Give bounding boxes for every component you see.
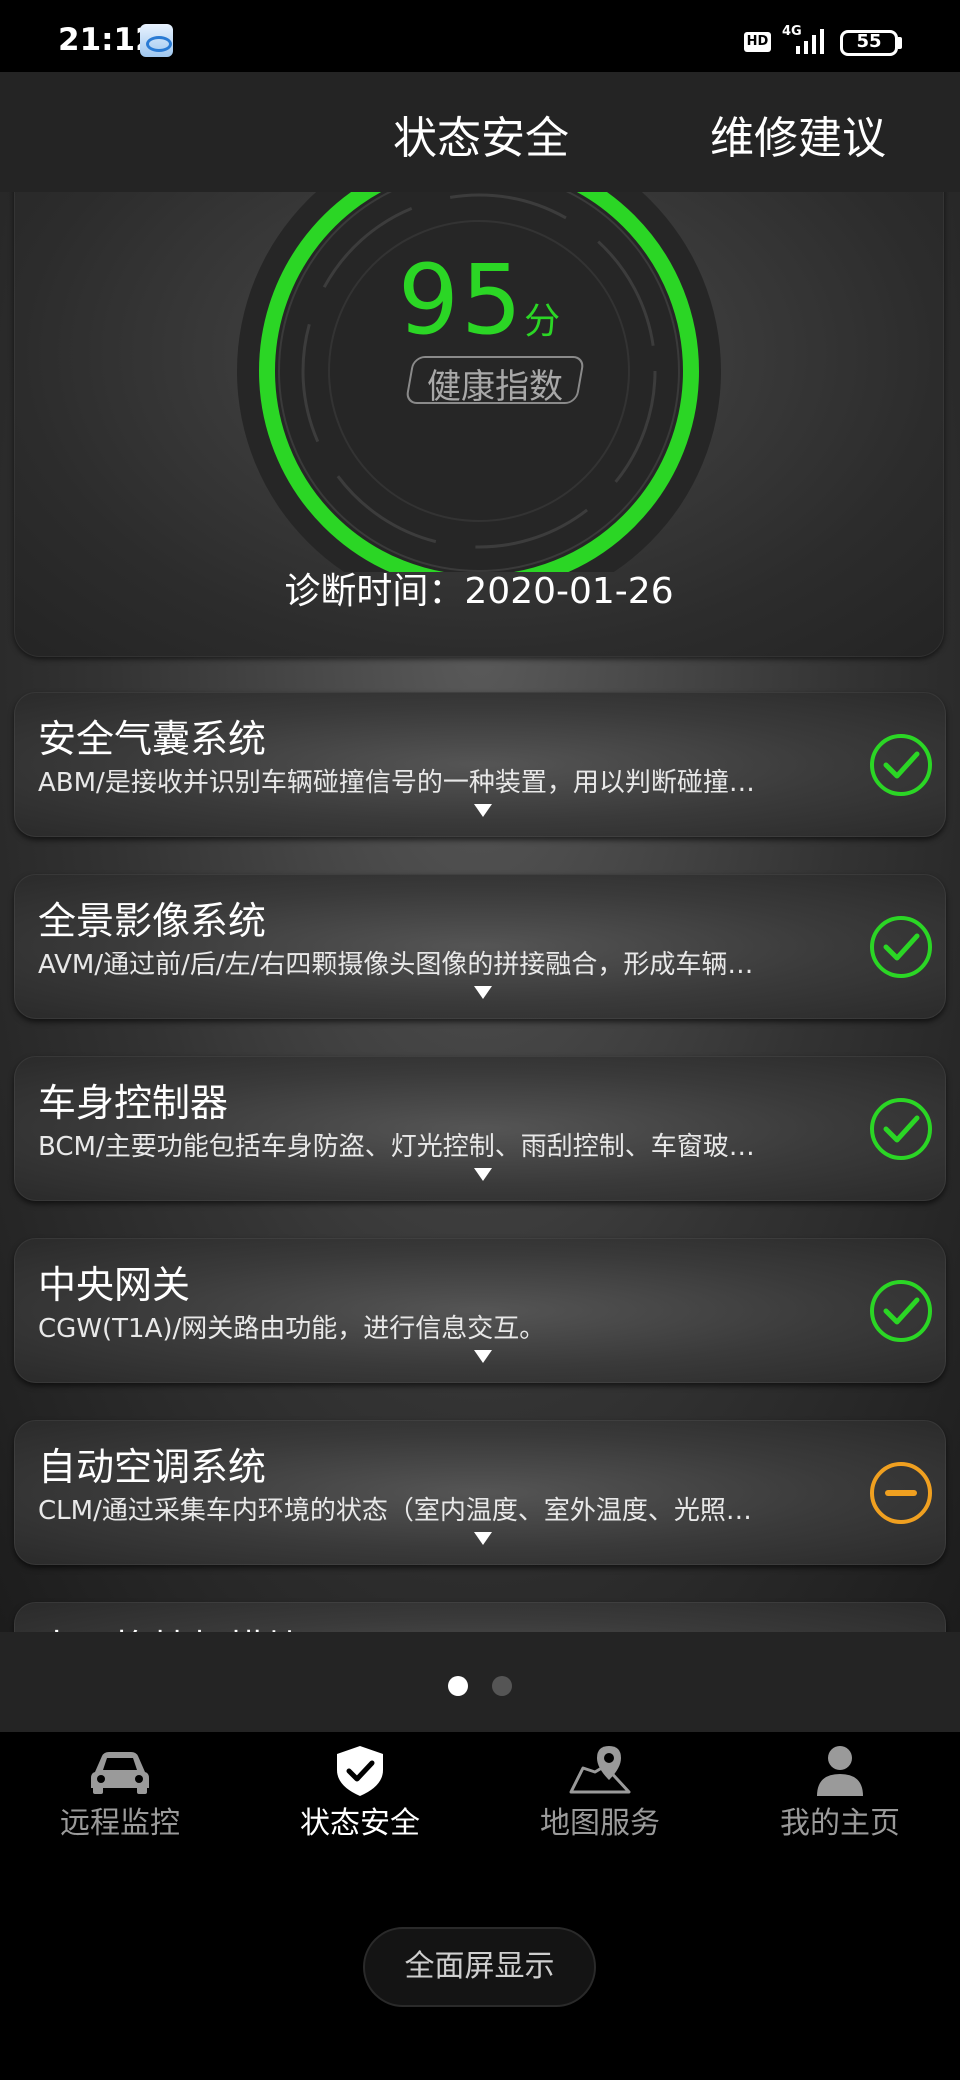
check-circle-icon [870, 734, 932, 796]
system-description: ABM/是接收并识别车辆碰撞信号的一种装置，用以判断碰撞… [38, 768, 755, 798]
system-card-avm[interactable]: 全景影像系统 AVM/通过前/后/左/右四颗摄像头图像的拼接融合，形成车辆… [14, 874, 946, 1019]
nav-label: 状态安全 [300, 1806, 420, 1841]
nav-label: 地图服务 [540, 1806, 660, 1841]
diagnosis-time: 诊断时间：2020-01-26 [284, 571, 674, 612]
system-description: CGW(T1A)/网关路由功能，进行信息交互。 [38, 1314, 546, 1344]
system-description: CLM/通过采集车内环境的状态（室内温度、室外温度、光照… [38, 1496, 752, 1526]
system-title: 车身控制器 [38, 1081, 229, 1125]
check-circle-icon [870, 1280, 932, 1342]
expand-arrow-icon[interactable] [474, 1168, 492, 1181]
nav-item-my-home[interactable]: 我的主页 [720, 1732, 960, 1862]
nav-item-remote-monitor[interactable]: 远程监控 [0, 1732, 240, 1862]
check-circle-icon [870, 1098, 932, 1160]
app-notification-icon [140, 24, 173, 57]
expand-arrow-icon[interactable] [474, 1532, 492, 1545]
expand-arrow-icon[interactable] [474, 1350, 492, 1363]
hd-icon: HD [744, 32, 771, 52]
system-title: 安全气囊系统 [38, 717, 267, 761]
check-circle-icon [870, 916, 932, 978]
bottom-navigation: 远程监控 状态安全 地图服务 我的主页 [0, 1732, 960, 1862]
expand-arrow-icon[interactable] [474, 804, 492, 817]
system-card-shifter[interactable]: 电子换挡杆模块 [14, 1602, 946, 1632]
system-card-bcm[interactable]: 车身控制器 BCM/主要功能包括车身防盗、灯光控制、雨刮控制、车窗玻… [14, 1056, 946, 1201]
page-indicator [0, 1632, 960, 1732]
health-score-card: 95分 健康指数 诊断时间：2020-01-26 [14, 192, 944, 657]
health-score-value: 95 [397, 244, 525, 356]
map-pin-icon [569, 1746, 631, 1794]
system-title: 中央网关 [38, 1263, 191, 1307]
system-title: 电子换挡杆模块 [38, 1618, 304, 1632]
system-description: AVM/通过前/后/左/右四颗摄像头图像的拼接融合，形成车辆… [38, 950, 754, 980]
system-title: 全景影像系统 [38, 899, 267, 943]
signal-icon [796, 29, 824, 54]
shield-check-icon [337, 1746, 383, 1796]
battery-level: 55 [856, 31, 882, 52]
health-score-unit: 分 [524, 301, 561, 342]
system-card-airbag[interactable]: 安全气囊系统 ABM/是接收并识别车辆碰撞信号的一种装置，用以判断碰撞… [14, 692, 946, 837]
status-bar: 21:12 HD 4G 55 [0, 0, 960, 72]
system-title: 自动空调系统 [38, 1445, 267, 1489]
health-index-label: 健康指数 [427, 367, 563, 407]
tab-status-safety[interactable]: 状态安全 [393, 102, 569, 166]
system-card-cgw[interactable]: 中央网关 CGW(T1A)/网关路由功能，进行信息交互。 [14, 1238, 946, 1383]
page-dot-2[interactable] [492, 1676, 512, 1696]
expand-arrow-icon[interactable] [474, 986, 492, 999]
person-icon [817, 1746, 863, 1796]
nav-item-status-safety[interactable]: 状态安全 [240, 1732, 480, 1862]
score-display: 95分 [14, 244, 944, 356]
battery-icon: 55 [840, 30, 898, 56]
tab-repair-advice[interactable]: 维修建议 [710, 102, 886, 166]
nav-label: 远程监控 [60, 1806, 180, 1841]
system-card-clm[interactable]: 自动空调系统 CLM/通过采集车内环境的状态（室内温度、室外温度、光照… [14, 1420, 946, 1565]
content-scroll-area[interactable]: 95分 健康指数 诊断时间：2020-01-26 安全气囊系统 ABM/是接收并… [0, 192, 960, 1632]
app-header: 状态安全 维修建议 [0, 72, 960, 192]
page-dot-1[interactable] [448, 1676, 468, 1696]
car-icon [91, 1752, 149, 1794]
system-description: BCM/主要功能包括车身防盗、灯光控制、雨刮控制、车窗玻… [38, 1132, 755, 1162]
minus-circle-icon [870, 1462, 932, 1524]
nav-item-map-service[interactable]: 地图服务 [480, 1732, 720, 1862]
battery-tip [898, 37, 902, 49]
nav-label: 我的主页 [780, 1806, 900, 1841]
fullscreen-display-button[interactable]: 全面屏显示 [363, 1927, 596, 2007]
